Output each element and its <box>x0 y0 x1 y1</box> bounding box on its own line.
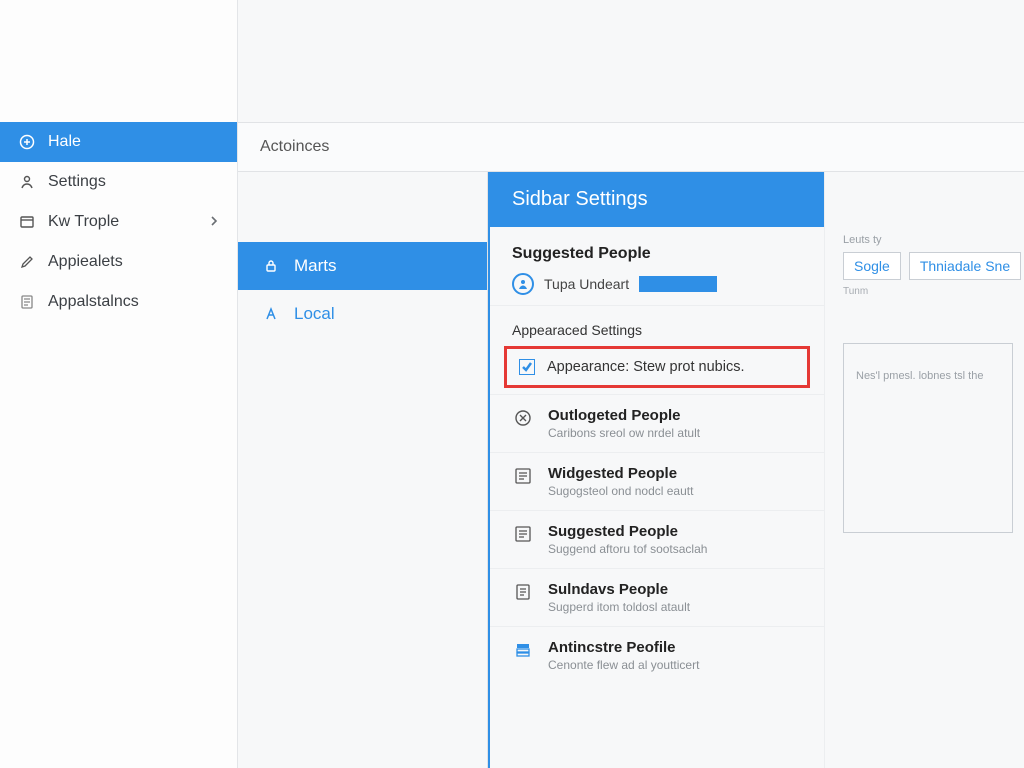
lock-icon <box>262 257 280 275</box>
setting-subtitle: Cenonte flew ad al youtticert <box>548 658 699 672</box>
work-row: Marts Local Sidbar Settings Suggested Pe… <box>238 172 1024 768</box>
breadcrumb: Actoinces <box>238 122 1024 172</box>
setting-subtitle: Caribons sreol ow nrdel atult <box>548 426 700 440</box>
setting-title: Outlogeted People <box>548 407 700 424</box>
setting-subtitle: Suggend aftoru tof sootsaclah <box>548 542 707 556</box>
setting-subtitle: Sugogsteol ond nodcl eautt <box>548 484 693 498</box>
list-icon <box>512 465 534 487</box>
checkbox-checked-icon[interactable] <box>519 359 535 375</box>
sidebar-item-label: Settings <box>48 173 219 191</box>
setting-title: Widgested People <box>548 465 693 482</box>
sidebar-item-label: Hale <box>48 133 219 151</box>
setting-title: Suggested People <box>548 523 707 540</box>
sidebar-item-label: Kw Trople <box>48 213 197 231</box>
preview-text: Nes'l pmesl. lobnes tsl the <box>856 370 983 382</box>
right-aside: Leuts ty Sogle Thniadale Sne Tunm Nes'l … <box>824 172 1024 768</box>
suggested-people-heading: Suggested People <box>490 241 824 267</box>
setting-title: Antincstre Peofile <box>548 639 699 656</box>
suggested-person-row[interactable]: Tupa Undeart <box>490 267 824 305</box>
aside-tiny-label: Tunm <box>843 286 1024 297</box>
midnav-item-label: Marts <box>294 256 337 276</box>
sidebar-item-appalstalncs[interactable]: Appalstalncs <box>0 282 237 322</box>
thniadale-button[interactable]: Thniadale Sne <box>909 252 1021 280</box>
sogle-button[interactable]: Sogle <box>843 252 901 280</box>
note-icon <box>18 293 36 311</box>
setting-item-outlogeted[interactable]: Outlogeted People Caribons sreol ow nrde… <box>490 394 824 452</box>
stack-icon <box>512 639 534 661</box>
sidebar-item-appiealets[interactable]: Appiealets <box>0 242 237 282</box>
midnav-item-label: Local <box>294 304 335 324</box>
card-icon <box>18 213 36 231</box>
app-root: Hale Settings Kw Trople Appiealets <box>0 0 1024 768</box>
setting-item-antincstre[interactable]: Antincstre Peofile Cenonte flew ad al yo… <box>490 626 824 684</box>
aside-button-row: Sogle Thniadale Sne <box>843 252 1024 280</box>
setting-item-suggested[interactable]: Suggested People Suggend aftoru tof soot… <box>490 510 824 568</box>
appearance-subheading: Appearaced Settings <box>490 305 824 342</box>
list-icon <box>512 523 534 545</box>
sidebar-item-kw-trople[interactable]: Kw Trople <box>0 202 237 242</box>
midnav-item-local[interactable]: Local <box>238 290 487 338</box>
appearance-checkbox-label: Appearance: Stew prot nubics. <box>547 359 744 375</box>
selection-indicator <box>639 276 717 292</box>
midnav-item-marts[interactable]: Marts <box>238 242 487 290</box>
setting-subtitle: Sugperd itom toldosl atault <box>548 600 690 614</box>
clock-x-icon <box>512 407 534 429</box>
user-icon <box>18 173 36 191</box>
settings-panel-main: Sidbar Settings Suggested People Tupa Un… <box>488 172 824 768</box>
primary-sidebar: Hale Settings Kw Trople Appiealets <box>0 0 238 768</box>
doc-icon <box>512 581 534 603</box>
chevron-right-icon <box>209 213 219 231</box>
sidebar-item-hale[interactable]: Hale <box>0 122 237 162</box>
settings-panel: Sidbar Settings Suggested People Tupa Un… <box>488 172 1024 768</box>
setting-item-widgested[interactable]: Widgested People Sugogsteol ond nodcl ea… <box>490 452 824 510</box>
panel-body: Suggested People Tupa Undeart Appearaced… <box>490 227 824 684</box>
suggested-person-name: Tupa Undeart <box>544 276 629 292</box>
sidebar-item-label: Appalstalncs <box>48 293 219 311</box>
a-icon <box>262 305 280 323</box>
sidebar-item-settings[interactable]: Settings <box>0 162 237 202</box>
setting-title: Sulndavs People <box>548 581 690 598</box>
breadcrumb-label: Actoinces <box>260 138 329 156</box>
main-column: Actoinces Marts Local <box>238 0 1024 768</box>
plus-circle-icon <box>18 133 36 151</box>
appearance-checkbox-row[interactable]: Appearance: Stew prot nubics. <box>504 346 810 388</box>
sidebar-item-label: Appiealets <box>48 253 219 271</box>
pencil-icon <box>18 253 36 271</box>
header-gap <box>238 0 1024 122</box>
preview-box: Nes'l pmesl. lobnes tsl the <box>843 343 1013 533</box>
panel-title: Sidbar Settings <box>490 172 824 227</box>
aside-caption: Leuts ty <box>843 234 1024 246</box>
setting-item-sulndavs[interactable]: Sulndavs People Sugperd itom toldosl ata… <box>490 568 824 626</box>
avatar-icon <box>512 273 534 295</box>
secondary-nav: Marts Local <box>238 172 488 768</box>
